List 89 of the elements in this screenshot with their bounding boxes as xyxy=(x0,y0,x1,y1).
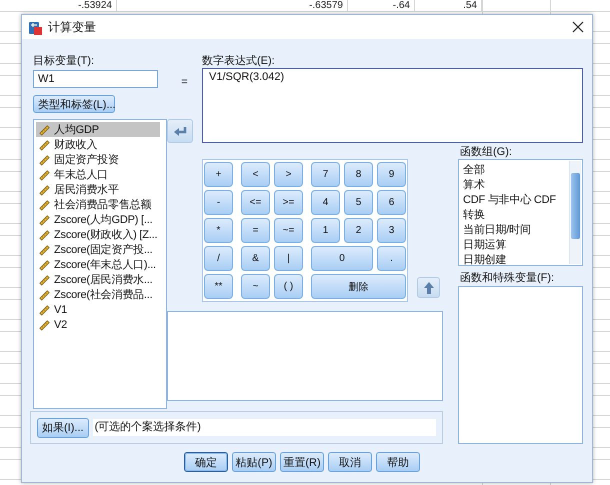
operator-key[interactable]: ** xyxy=(204,274,233,299)
dialog-button[interactable]: 帮助 xyxy=(376,452,420,472)
list-item[interactable]: Zscore(财政收入) [Z... xyxy=(36,227,160,242)
arrow-icon xyxy=(172,124,188,138)
table-cell: -.63579 xyxy=(117,0,348,11)
function-list[interactable] xyxy=(458,286,583,444)
ruler-icon xyxy=(38,198,51,211)
close-icon[interactable] xyxy=(572,21,584,33)
digit-key[interactable]: . xyxy=(377,246,406,271)
list-item[interactable]: V1 xyxy=(36,302,160,317)
expression-field[interactable]: V1/SQR(3.042) xyxy=(202,68,583,143)
if-button[interactable]: 如果(I)... xyxy=(37,418,89,438)
ruler-icon xyxy=(38,153,51,166)
list-item[interactable]: 居民消费水平 xyxy=(36,182,160,197)
field-label: 数字表达式(E): xyxy=(202,54,276,68)
condition-text: (可选的个案选择条件) xyxy=(92,419,436,436)
list-item[interactable]: 财政收入 xyxy=(36,137,160,152)
delete-key[interactable]: 删除 xyxy=(311,274,406,299)
window-title: 计算变量 xyxy=(48,18,97,36)
ruler-icon xyxy=(38,183,51,196)
ruler-icon xyxy=(38,138,51,151)
operator-key[interactable]: + xyxy=(204,162,233,187)
dialog-button[interactable]: 取消 xyxy=(328,452,372,472)
operator-key[interactable]: ~ xyxy=(241,274,270,299)
operator-key[interactable]: | xyxy=(274,246,303,271)
operator-key[interactable]: <= xyxy=(241,190,270,215)
ruler-icon xyxy=(38,288,51,301)
digit-key[interactable]: 5 xyxy=(344,190,373,215)
dialog-button[interactable]: 粘贴(P) xyxy=(232,452,276,472)
digit-key[interactable]: 8 xyxy=(344,162,373,187)
calculator-icon xyxy=(28,20,43,34)
list-item[interactable]: Zscore(居民消费水... xyxy=(36,272,160,287)
list-item[interactable]: 年末总人口 xyxy=(36,167,160,182)
ruler-icon xyxy=(38,213,51,226)
equals-sign: = xyxy=(181,76,188,90)
field-label: 目标变量(T): xyxy=(33,54,96,68)
digit-key[interactable]: 2 xyxy=(344,218,373,243)
table-cell: -.53924 xyxy=(0,0,117,11)
operator-key[interactable]: ( ) xyxy=(274,274,303,299)
table-cell: -.64 xyxy=(348,0,415,11)
ruler-icon xyxy=(38,168,51,181)
operator-key[interactable]: - xyxy=(204,190,233,215)
list-item[interactable]: 日期运算 xyxy=(461,237,562,252)
operator-key[interactable]: ~= xyxy=(274,218,303,243)
digit-key[interactable]: 9 xyxy=(377,162,406,187)
field-label: 函数和特殊变量(F): xyxy=(460,270,556,285)
digit-key[interactable]: 3 xyxy=(377,218,406,243)
ruler-icon xyxy=(38,258,51,271)
ruler-icon xyxy=(38,273,51,286)
operator-key[interactable]: = xyxy=(241,218,270,243)
list-item[interactable]: Zscore(固定资产投... xyxy=(36,242,160,257)
ruler-icon xyxy=(38,228,51,241)
operator-key[interactable]: >= xyxy=(274,190,303,215)
list-item[interactable]: Zscore(年末总人口)... xyxy=(36,257,160,272)
list-item[interactable]: CDF 与非中心 CDF xyxy=(461,192,562,207)
ruler-icon xyxy=(38,303,51,316)
field-label: 函数组(G): xyxy=(460,145,513,159)
list-item[interactable]: 日期创建 xyxy=(461,252,562,265)
list-item[interactable]: Zscore(人均GDP) [... xyxy=(36,212,160,227)
type-label-button[interactable]: 类型和标签(L)... xyxy=(33,95,115,113)
operator-key[interactable]: & xyxy=(241,246,270,271)
ruler-icon xyxy=(38,243,51,256)
operator-key[interactable]: * xyxy=(204,218,233,243)
list-item[interactable]: V2 xyxy=(36,317,160,332)
digit-key[interactable]: 7 xyxy=(311,162,340,187)
list-item[interactable]: 人均GDP xyxy=(36,122,160,137)
dialog-button[interactable]: 重置(R) xyxy=(280,452,324,472)
scrollbar[interactable] xyxy=(569,161,581,264)
operator-key[interactable]: < xyxy=(241,162,270,187)
digit-key[interactable]: 4 xyxy=(311,190,340,215)
input-field[interactable]: W1 xyxy=(33,70,158,88)
dialog-button[interactable]: 确定 xyxy=(184,452,228,472)
list-item[interactable]: Zscore(社会消费品... xyxy=(36,287,160,302)
list-item[interactable]: 当前日期/时间 xyxy=(461,222,562,237)
list-item[interactable]: 算术 xyxy=(461,177,562,192)
digit-key[interactable]: 1 xyxy=(311,218,340,243)
ruler-icon xyxy=(38,123,51,136)
digit-key[interactable]: 0 xyxy=(311,246,373,271)
list-item[interactable]: 全部 xyxy=(461,162,562,177)
list-item[interactable]: 固定资产投资 xyxy=(36,152,160,167)
operator-key[interactable]: / xyxy=(204,246,233,271)
list-item[interactable]: 转换 xyxy=(461,207,562,222)
arrow-icon xyxy=(422,280,436,294)
move-button[interactable] xyxy=(417,277,440,298)
digit-key[interactable]: 6 xyxy=(377,190,406,215)
move-button[interactable] xyxy=(167,119,193,143)
list-item[interactable]: 社会消费品零售总额 xyxy=(36,197,160,212)
operator-key[interactable]: > xyxy=(274,162,303,187)
ruler-icon xyxy=(38,318,51,331)
